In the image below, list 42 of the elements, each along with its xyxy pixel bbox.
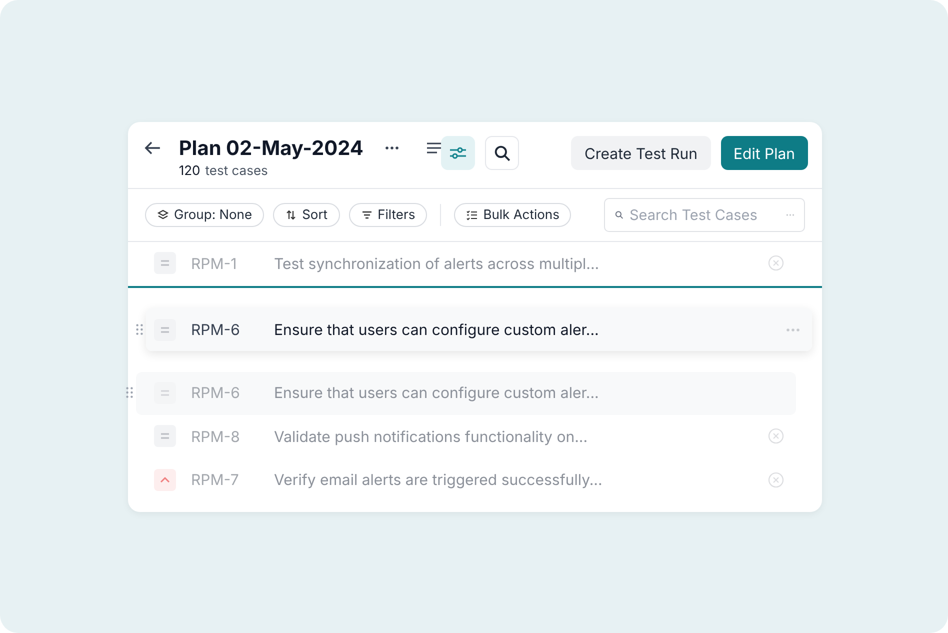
case-id: RPM-6 — [191, 320, 241, 339]
case-title: Ensure that users can configure custom aler... — [274, 383, 600, 402]
search-options-icon[interactable] — [786, 213, 794, 217]
case-id: RPM-8 — [191, 426, 241, 446]
priority-icon — [154, 468, 176, 491]
bulk-chip[interactable]: Bulk Actions — [454, 203, 572, 227]
sliders-icon — [449, 145, 468, 161]
back-arrow-icon[interactable] — [144, 140, 161, 156]
menu-icon[interactable] — [427, 142, 442, 154]
view-settings-button[interactable] — [441, 136, 476, 170]
priority-icon — [154, 382, 176, 404]
case-id: RPM-1 — [191, 254, 238, 273]
edit-plan-button[interactable]: Edit Plan — [720, 136, 808, 170]
count-label: test cases — [205, 163, 268, 179]
sort-chip[interactable]: Sort — [273, 203, 340, 227]
case-title: Validate push notifications functionality on... — [274, 426, 589, 446]
search-box[interactable]: Search Test Cases — [604, 198, 805, 232]
create-run-button[interactable]: Create Test Run — [571, 136, 711, 170]
search-icon — [494, 144, 511, 162]
priority-icon — [154, 318, 176, 340]
remove-icon[interactable] — [768, 428, 784, 444]
drag-handle-icon[interactable] — [136, 324, 143, 335]
remove-icon[interactable] — [768, 255, 784, 272]
layers-icon — [157, 209, 169, 221]
checklist-icon — [466, 209, 478, 221]
priority-icon — [154, 425, 176, 448]
case-id: RPM-6 — [191, 383, 241, 402]
case-title: Test synchronization of alerts across multipl... — [274, 254, 600, 273]
sort-icon — [285, 209, 298, 221]
filter-chip[interactable]: Filters — [348, 203, 428, 227]
case-title: Ensure that users can configure custom aler... — [274, 320, 600, 339]
more-icon[interactable] — [385, 146, 400, 150]
remove-icon[interactable] — [768, 472, 784, 488]
search-button[interactable] — [485, 136, 520, 170]
test-case-count: 120 — [178, 163, 200, 179]
case-id: RPM-7 — [191, 470, 240, 490]
filter-icon — [360, 209, 373, 221]
case-title: Verify email alerts are triggered successfully... — [274, 470, 604, 490]
drag-handle-icon[interactable] — [126, 387, 133, 398]
plan-title: Plan 02-May-2024 — [178, 136, 364, 160]
group-chip[interactable]: Group: None — [145, 203, 264, 227]
priority-icon — [154, 252, 176, 274]
